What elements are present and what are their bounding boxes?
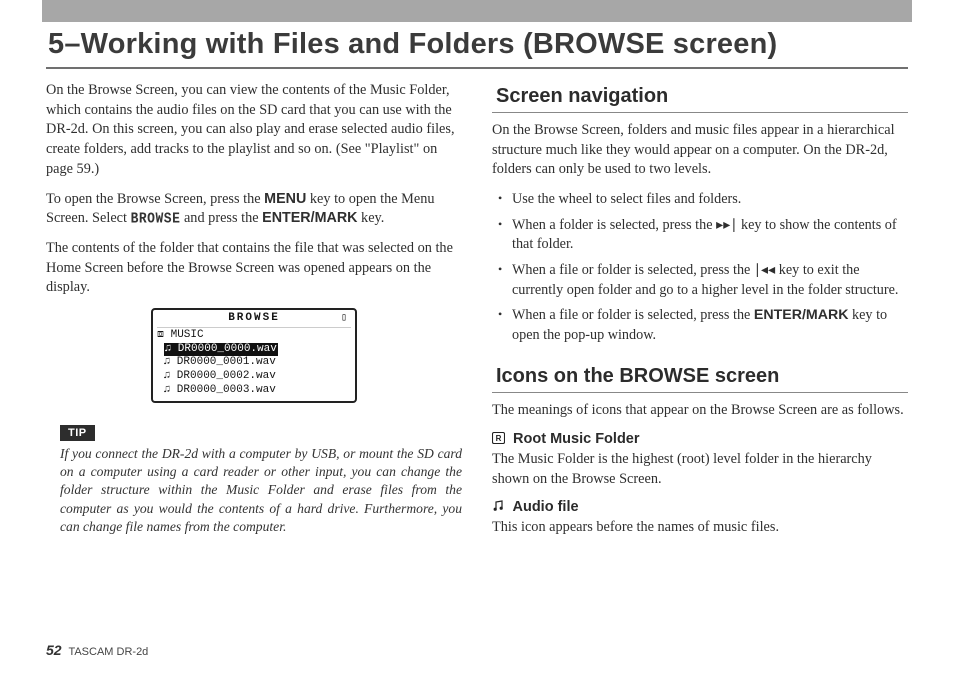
fast-forward-icon: ▸▸∣	[716, 217, 737, 233]
page-footer: 52 TASCAM DR-2d	[46, 642, 148, 658]
two-column-layout: On the Browse Screen, you can view the c…	[46, 81, 908, 548]
screen-navigation-heading: Screen navigation	[492, 83, 908, 113]
audio-file-paragraph: This icon appears before the names of mu…	[492, 518, 908, 538]
display-row: ♫ DR0000_0002.wav	[157, 370, 351, 384]
root-folder-paragraph: The Music Folder is the highest (root) l…	[492, 450, 908, 489]
text: To open the Browse Screen, press the	[46, 191, 264, 207]
display-row: ♫ DR0000_0001.wav	[157, 356, 351, 370]
display-title: BROWSE ▯	[157, 312, 351, 328]
device-display-figure: BROWSE ▯ ⧈ MUSIC ♫ DR0000_0000.wav ♫ DR0…	[151, 308, 357, 403]
nav-paragraph: On the Browse Screen, folders and music …	[492, 121, 908, 180]
text: key.	[357, 210, 384, 226]
menu-key-label: MENU	[264, 191, 306, 207]
display-title-text: BROWSE	[228, 312, 280, 324]
icons-heading: Icons on the BROWSE screen	[492, 363, 908, 393]
icons-paragraph: The meanings of icons that appear on the…	[492, 401, 908, 421]
subheading-text: Audio file	[513, 499, 579, 515]
display-row: ♫ DR0000_0003.wav	[157, 384, 351, 398]
root-folder-icon: R	[492, 432, 505, 448]
product-name: TASCAM DR-2d	[68, 646, 148, 658]
list-item: When a file or folder is selected, press…	[492, 306, 908, 345]
tip-badge: TIP	[60, 425, 95, 441]
page-number: 52	[46, 642, 62, 658]
browse-menu-item: BROWSE	[131, 209, 181, 229]
display-selected-file: ♫ DR0000_0000.wav	[164, 343, 278, 357]
top-grey-bar	[42, 0, 912, 22]
device-display: BROWSE ▯ ⧈ MUSIC ♫ DR0000_0000.wav ♫ DR0…	[151, 308, 357, 403]
display-row-root: ⧈ MUSIC	[157, 329, 351, 343]
rewind-icon: ∣◂◂	[754, 262, 775, 278]
text: and press the	[180, 210, 262, 226]
root-music-folder-subheading: R Root Music Folder	[492, 431, 908, 448]
subheading-text: Root Music Folder	[513, 431, 639, 447]
music-note-icon	[492, 500, 505, 516]
text: When a folder is selected, press the	[512, 217, 716, 233]
svg-text:R: R	[496, 434, 502, 443]
right-column: Screen navigation On the Browse Screen, …	[492, 81, 908, 548]
list-item: When a file or folder is selected, press…	[492, 261, 908, 300]
intro-paragraph: On the Browse Screen, you can view the c…	[46, 81, 462, 180]
nav-bullet-list: Use the wheel to select files and folder…	[492, 190, 908, 345]
contents-paragraph: The contents of the folder that contains…	[46, 239, 462, 298]
display-row-selected: ♫ DR0000_0000.wav	[157, 343, 351, 357]
enter-mark-key-label: ENTER/MARK	[754, 307, 849, 323]
battery-icon: ▯	[341, 313, 349, 326]
text: When a file or folder is selected, press…	[512, 307, 754, 323]
list-item: Use the wheel to select files and folder…	[492, 190, 908, 210]
enter-mark-key-label: ENTER/MARK	[262, 210, 357, 226]
list-item: When a folder is selected, press the ▸▸∣…	[492, 216, 908, 255]
chapter-heading: 5–Working with Files and Folders (BROWSE…	[46, 24, 908, 69]
open-browse-paragraph: To open the Browse Screen, press the MEN…	[46, 190, 462, 229]
tip-body: If you connect the DR-2d with a computer…	[46, 443, 462, 537]
left-column: On the Browse Screen, you can view the c…	[46, 81, 462, 548]
audio-file-subheading: Audio file	[492, 499, 908, 516]
text: When a file or folder is selected, press…	[512, 262, 754, 278]
